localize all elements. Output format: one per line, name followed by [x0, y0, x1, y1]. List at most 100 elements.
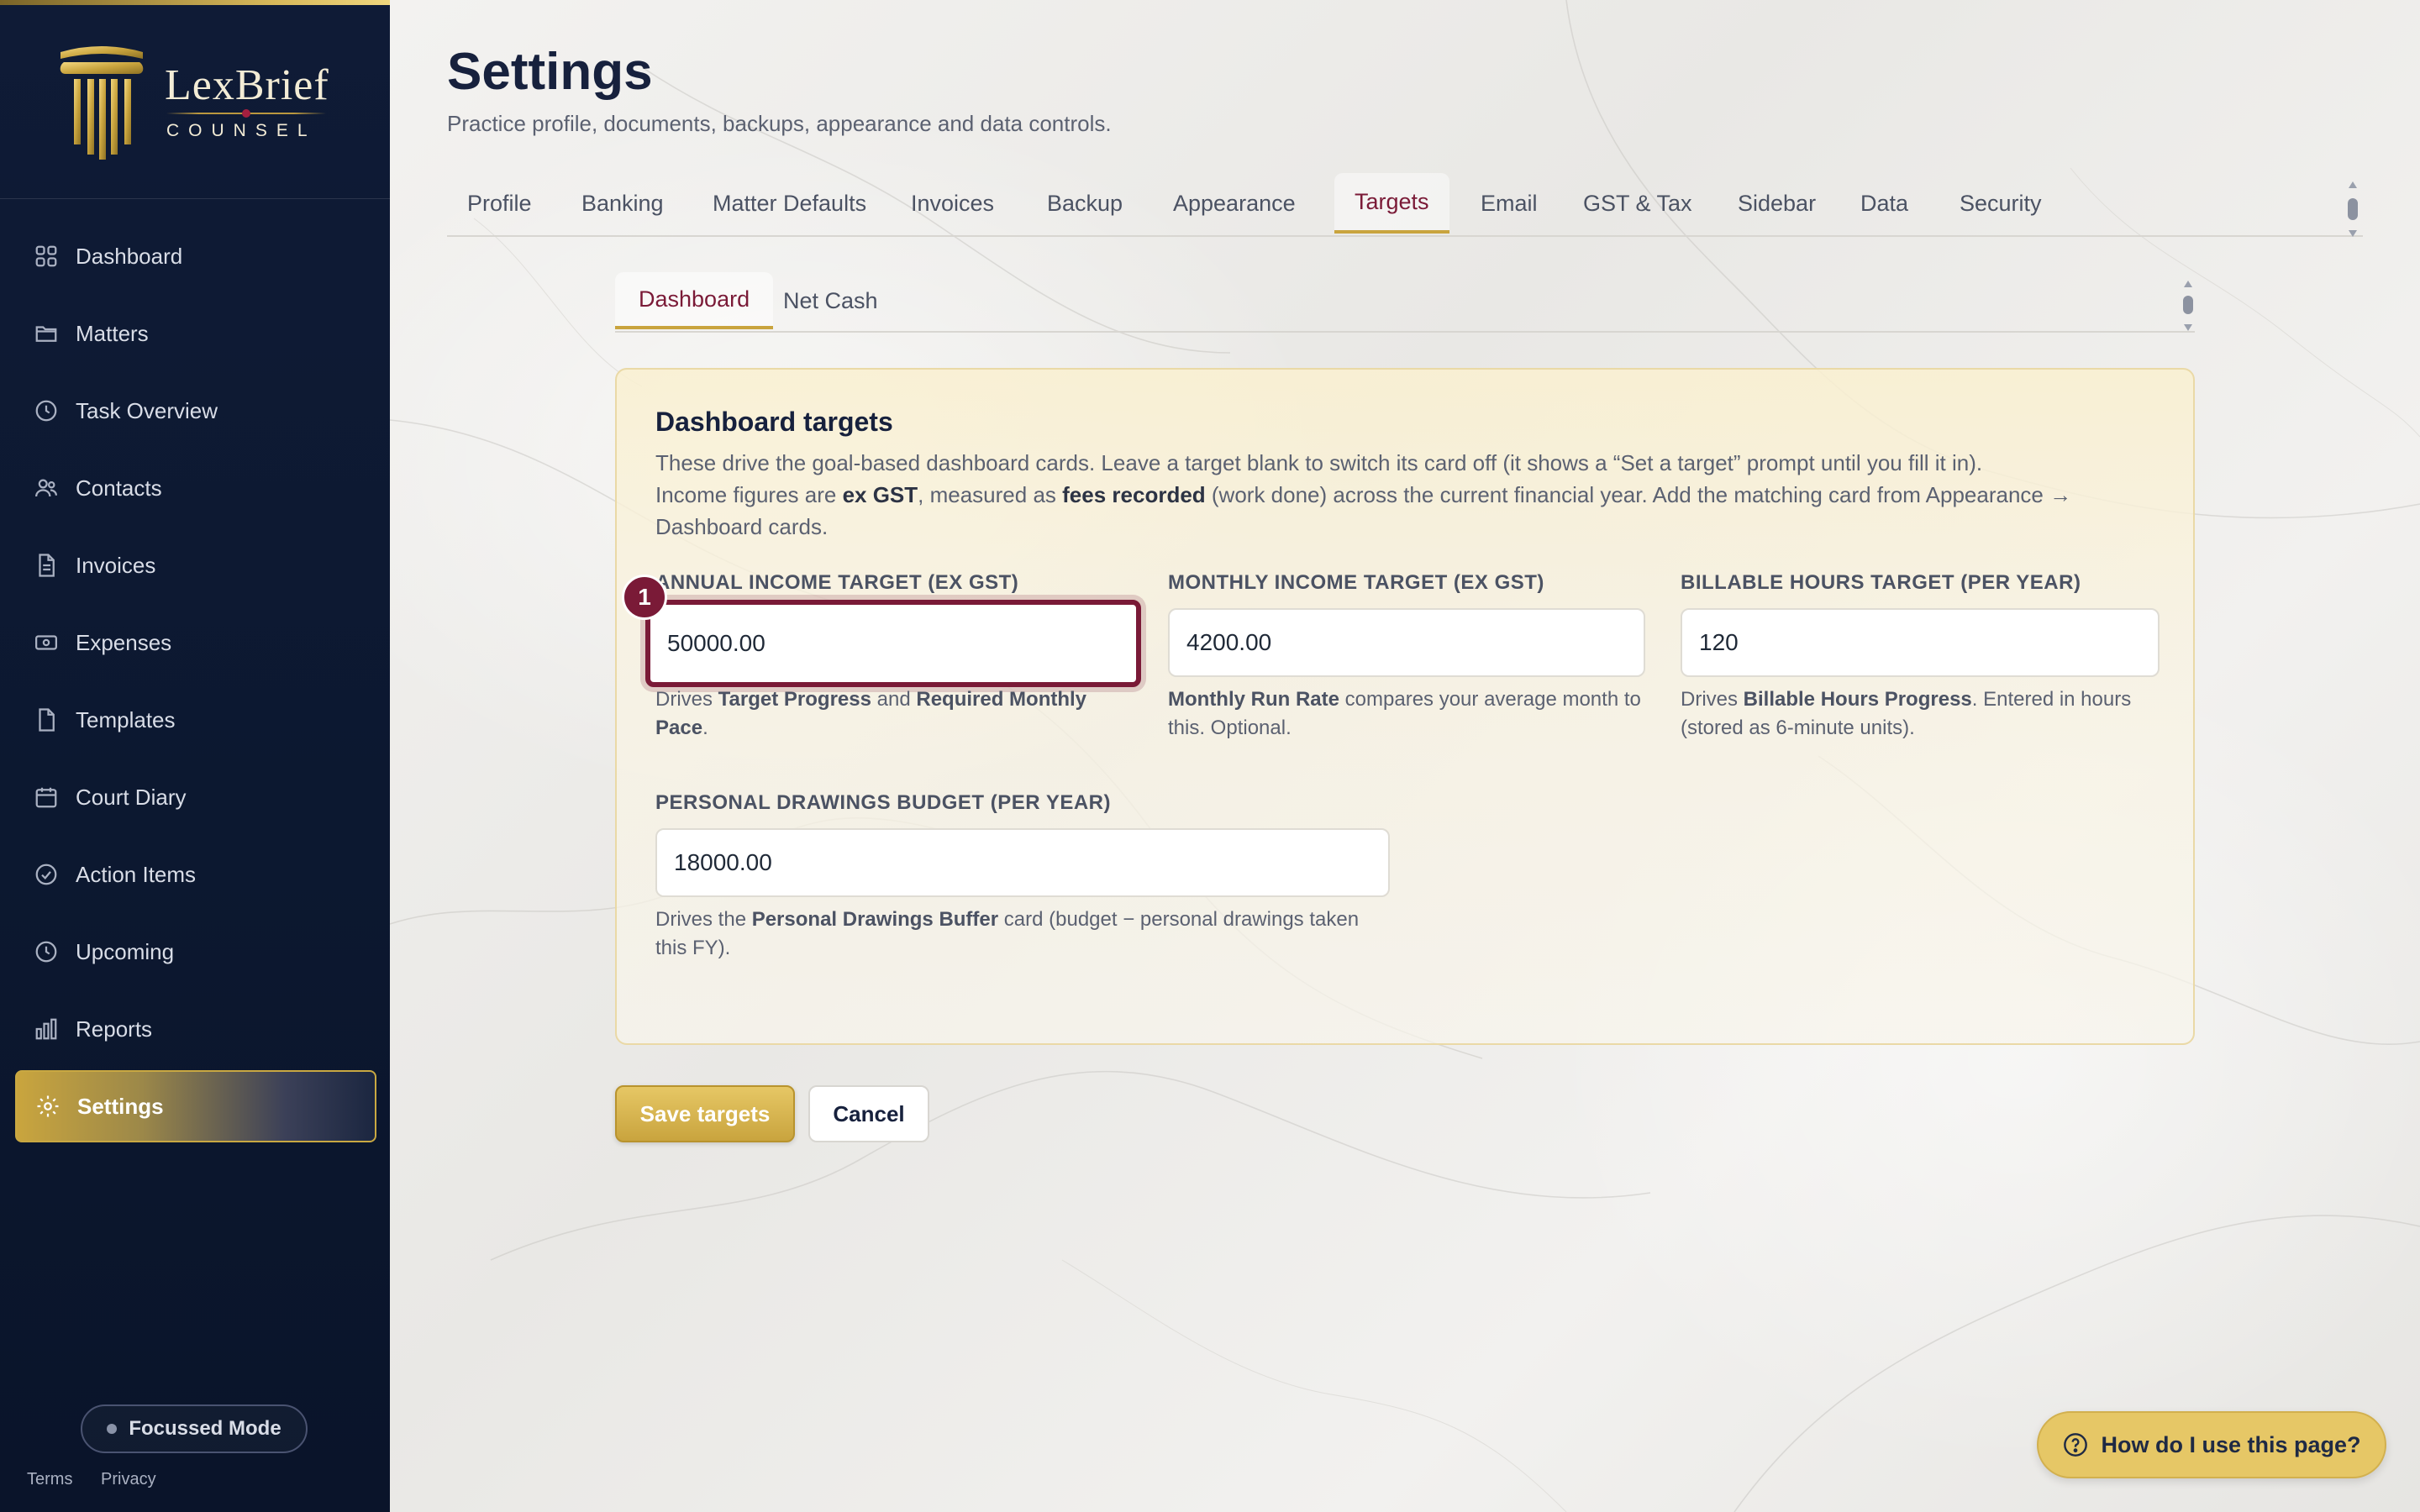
- help-bold-target-progress: Target Progress: [718, 688, 871, 711]
- desc-line-2e: (work done) across the current financial…: [1205, 482, 2072, 507]
- desc-ex-gst: ex GST: [842, 482, 918, 507]
- sidebar-nav: Dashboard Matters Task Overview Contacts…: [15, 220, 376, 1147]
- status-dot-icon: [107, 1424, 118, 1434]
- sidebar-item-label: Contacts: [76, 475, 162, 501]
- tab-matter-defaults[interactable]: Matter Defaults: [692, 173, 886, 234]
- monthly-income-label: MONTHLY INCOME TARGET (EX GST): [1168, 571, 1544, 594]
- pillar-logo-icon: [60, 46, 144, 160]
- sidebar-item-label: Templates: [76, 706, 176, 732]
- tab-appearance[interactable]: Appearance: [1153, 173, 1316, 234]
- sidebar-item-task-overview[interactable]: Task Overview: [15, 375, 376, 447]
- tab-gst-tax[interactable]: GST & Tax: [1563, 173, 1712, 234]
- help-text: Drives the: [655, 908, 752, 931]
- brand-subtitle: COUNSEL: [166, 121, 317, 140]
- sidebar-item-label: Court Diary: [76, 784, 187, 810]
- help-button-label: How do I use this page?: [2101, 1431, 2361, 1457]
- sidebar-item-label: Reports: [76, 1016, 153, 1042]
- grid-icon: [35, 245, 57, 267]
- cancel-button[interactable]: Cancel: [808, 1085, 929, 1142]
- sidebar-item-label: Task Overview: [76, 397, 218, 423]
- terms-link[interactable]: Terms: [27, 1470, 72, 1488]
- monthly-income-input[interactable]: [1168, 608, 1645, 677]
- tab-security[interactable]: Security: [1939, 173, 2062, 234]
- desc-line-2c: , measured as: [918, 482, 1063, 507]
- tab-targets[interactable]: Targets: [1334, 173, 1449, 234]
- banknote-icon: [35, 635, 57, 650]
- help-bold-drawings-buffer: Personal Drawings Buffer: [751, 908, 999, 931]
- billable-hours-help: Drives Billable Hours Progress. Entered …: [1681, 685, 2168, 743]
- sidebar-item-reports[interactable]: Reports: [15, 993, 376, 1065]
- sidebar-item-label: Matters: [76, 320, 149, 346]
- sidebar-item-label: Settings: [77, 1093, 164, 1119]
- annual-income-label: ANNUAL INCOME TARGET (EX GST): [655, 571, 1019, 594]
- gear-icon: [37, 1095, 59, 1117]
- drawings-budget-input[interactable]: [655, 828, 1390, 897]
- sidebar-item-matters[interactable]: Matters: [15, 297, 376, 370]
- focus-mode-toggle[interactable]: Focussed Mode: [81, 1404, 308, 1453]
- subtab-dashboard[interactable]: Dashboard: [615, 272, 774, 329]
- step-badge: 1: [622, 575, 667, 620]
- sidebar-item-label: Action Items: [76, 861, 197, 887]
- sidebar-item-label: Invoices: [76, 552, 156, 578]
- clock-icon: [35, 941, 57, 963]
- file-icon: [39, 708, 55, 732]
- clock-icon: [35, 400, 57, 422]
- targets-subtabs: Dashboard Net Cash: [615, 272, 2195, 333]
- tab-invoices[interactable]: Invoices: [891, 173, 1014, 234]
- tab-data[interactable]: Data: [1840, 173, 1928, 234]
- annual-income-help: Drives Target Progress and Required Mont…: [655, 685, 1126, 743]
- sidebar-item-dashboard[interactable]: Dashboard: [15, 220, 376, 292]
- sidebar-item-expenses[interactable]: Expenses: [15, 606, 376, 679]
- privacy-link[interactable]: Privacy: [101, 1470, 156, 1488]
- brand-logo[interactable]: LexBrief COUNSEL: [55, 40, 341, 166]
- help-bold-monthly-run-rate: Monthly Run Rate: [1168, 688, 1339, 711]
- desc-line-1: These drive the goal-based dashboard car…: [655, 450, 1983, 475]
- sidebar-item-contacts[interactable]: Contacts: [15, 452, 376, 524]
- help-text: .: [702, 717, 708, 739]
- bar-chart-icon: [35, 1018, 57, 1040]
- sidebar-item-invoices[interactable]: Invoices: [15, 529, 376, 601]
- tab-email[interactable]: Email: [1460, 173, 1558, 234]
- sidebar-item-label: Dashboard: [76, 243, 183, 269]
- sidebar-item-upcoming[interactable]: Upcoming: [15, 916, 376, 988]
- monthly-income-help: Monthly Run Rate compares your average m…: [1168, 685, 1655, 743]
- sidebar-item-court-diary[interactable]: Court Diary: [15, 761, 376, 833]
- sidebar-item-templates[interactable]: Templates: [15, 684, 376, 756]
- card-description: These drive the goal-based dashboard car…: [655, 447, 2168, 543]
- save-targets-button[interactable]: Save targets: [615, 1085, 795, 1142]
- subtab-net-cash[interactable]: Net Cash: [760, 272, 902, 329]
- card-title: Dashboard targets: [655, 407, 893, 437]
- help-bold-billable-hours: Billable Hours Progress: [1743, 688, 1972, 711]
- sidebar-item-action-items[interactable]: Action Items: [15, 838, 376, 911]
- sidebar-item-settings[interactable]: Settings: [15, 1070, 376, 1142]
- brand-name: LexBrief: [165, 61, 329, 109]
- sidebar-item-label: Expenses: [76, 629, 172, 655]
- tab-profile[interactable]: Profile: [447, 173, 552, 234]
- question-circle-icon: [2064, 1433, 2088, 1457]
- check-circle-icon: [35, 864, 57, 885]
- sidebar-item-label: Upcoming: [76, 938, 175, 964]
- brand-dot: [242, 109, 250, 118]
- help-text: Drives: [1681, 688, 1744, 711]
- annual-income-input[interactable]: [645, 600, 1141, 687]
- calendar-icon: [35, 787, 57, 808]
- focus-mode-label: Focussed Mode: [129, 1417, 281, 1440]
- desc-line-3: Dashboard cards.: [655, 514, 829, 539]
- drawings-budget-help: Drives the Personal Drawings Buffer card…: [655, 906, 1378, 963]
- help-button[interactable]: How do I use this page?: [2037, 1411, 2386, 1478]
- tabs-scroll-icon[interactable]: [2344, 178, 2361, 240]
- subtabs-scroll-icon[interactable]: [2180, 279, 2196, 333]
- settings-tabs: Profile Banking Matter Defaults Invoices…: [447, 173, 2363, 237]
- help-text: Drives: [655, 688, 718, 711]
- users-icon: [35, 479, 57, 497]
- sidebar: LexBrief COUNSEL Dashboard Matters Task …: [0, 0, 390, 1512]
- help-text: and: [871, 688, 917, 711]
- sidebar-divider: [0, 198, 390, 199]
- sidebar-top-accent: [0, 0, 390, 5]
- billable-hours-input[interactable]: [1681, 608, 2160, 677]
- desc-line-2a: Income figures are: [655, 482, 843, 507]
- tab-sidebar[interactable]: Sidebar: [1718, 173, 1836, 234]
- tab-backup[interactable]: Backup: [1027, 173, 1143, 234]
- page-subtitle: Practice profile, documents, backups, ap…: [447, 111, 1112, 136]
- tab-banking[interactable]: Banking: [561, 173, 684, 234]
